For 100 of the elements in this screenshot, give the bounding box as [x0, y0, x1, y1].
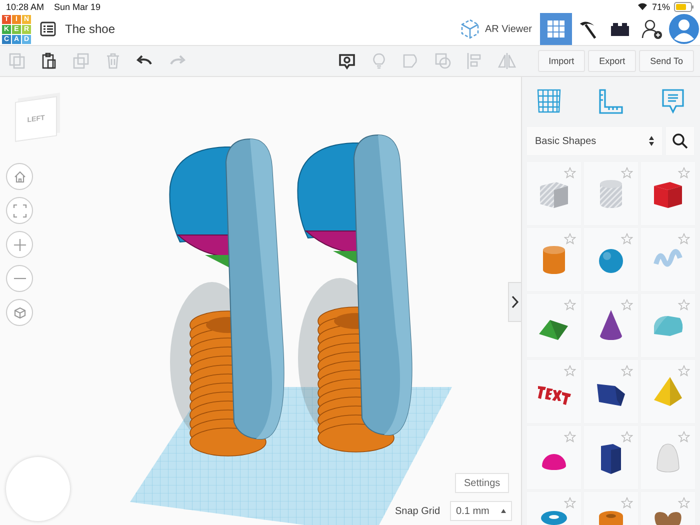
shape-tile[interactable] — [641, 360, 695, 423]
wifi-icon — [636, 2, 648, 11]
shape-tile[interactable] — [584, 228, 638, 291]
caret-icon — [501, 509, 506, 513]
group-icon — [402, 52, 420, 70]
hole-cylinder-shape-icon — [600, 180, 622, 208]
speech-bubble-icon — [338, 52, 356, 70]
navigation-joystick[interactable] — [6, 457, 70, 521]
toolbar-button[interactable]: Send To — [639, 50, 694, 72]
home-view-button[interactable] — [6, 163, 33, 190]
box-shape-icon — [654, 182, 682, 208]
sphere-shape-icon — [599, 248, 623, 272]
fit-view-button[interactable] — [6, 197, 33, 224]
favorite-star-icon[interactable] — [678, 365, 690, 377]
polygon-shape-icon — [597, 384, 625, 406]
shape-tile[interactable] — [641, 294, 695, 357]
home-icon — [12, 170, 26, 184]
favorite-star-icon[interactable] — [621, 365, 633, 377]
ungroup-icon — [434, 52, 452, 70]
bricks-icon — [611, 22, 629, 36]
search-button[interactable] — [666, 127, 694, 155]
shape-library-dropdown[interactable]: Basic Shapes — [527, 127, 662, 155]
prism-shape-icon — [601, 444, 621, 474]
ruler-icon — [597, 87, 625, 115]
up-down-caret-icon — [649, 136, 654, 146]
text-shape-icon — [538, 386, 571, 404]
copy-icon — [8, 52, 26, 70]
ar-viewer-button[interactable]: AR Viewer — [452, 13, 540, 45]
shape-tile[interactable] — [584, 294, 638, 357]
heart-shape-icon — [654, 512, 682, 525]
scribble-shape-icon — [654, 248, 682, 266]
document-title[interactable]: The shoe — [65, 22, 116, 36]
favorite-star-icon[interactable] — [564, 299, 576, 311]
add-user-icon — [641, 18, 663, 40]
plus-icon — [12, 238, 26, 252]
favorite-star-icon[interactable] — [621, 299, 633, 311]
mirror-icon — [498, 52, 516, 70]
toolbar-button[interactable]: Import — [538, 50, 586, 72]
favorite-star-icon[interactable] — [564, 233, 576, 245]
speech-bubble-icon — [659, 87, 687, 115]
favorite-star-icon[interactable] — [678, 299, 690, 311]
favorite-star-icon[interactable] — [564, 497, 576, 509]
tube-shape-icon — [599, 510, 623, 525]
cylinder-shape-icon — [543, 246, 565, 274]
corners-icon — [12, 204, 26, 218]
search-icon — [672, 133, 688, 149]
duplicate-icon — [72, 52, 90, 70]
shape-tile[interactable] — [641, 228, 695, 291]
status-time: 10:28 AM — [6, 2, 44, 12]
shape-tile[interactable] — [584, 360, 638, 423]
torus-shape-icon — [541, 510, 567, 524]
battery-percent: 71% — [652, 2, 670, 12]
shape-tile[interactable] — [527, 294, 581, 357]
favorite-star-icon[interactable] — [564, 167, 576, 179]
shape-tile[interactable] — [584, 426, 638, 489]
favorite-star-icon[interactable] — [621, 497, 633, 509]
shape-tile[interactable] — [641, 162, 695, 225]
cube-icon — [12, 306, 26, 320]
toolbar-button[interactable]: Export — [588, 50, 636, 72]
grid-icon — [547, 20, 565, 38]
trash-icon — [104, 52, 122, 70]
favorite-star-icon[interactable] — [621, 431, 633, 443]
favorite-star-icon[interactable] — [621, 167, 633, 179]
chevron-icon — [511, 295, 519, 309]
favorite-star-icon[interactable] — [678, 233, 690, 245]
pickaxe-icon — [579, 19, 597, 39]
shape-tile[interactable] — [527, 360, 581, 423]
battery-icon — [674, 2, 694, 12]
favorite-star-icon[interactable] — [564, 365, 576, 377]
minus-icon — [12, 277, 26, 280]
half-sphere-shape-icon — [542, 454, 566, 470]
panel-collapse-tab[interactable] — [508, 282, 521, 322]
roof-shape-icon — [539, 320, 568, 340]
shape-tile[interactable] — [641, 426, 695, 489]
shape-tile[interactable] — [584, 162, 638, 225]
zoom-in-button[interactable] — [6, 231, 33, 258]
list-icon[interactable] — [40, 21, 56, 37]
snap-grid-dropdown[interactable]: 0.1 mm — [450, 501, 512, 521]
favorite-star-icon[interactable] — [678, 497, 690, 509]
cube-icon — [460, 19, 480, 39]
favorite-star-icon[interactable] — [621, 233, 633, 245]
settings-button[interactable]: Settings — [455, 473, 510, 493]
pyramid-shape-icon — [654, 376, 682, 406]
zoom-out-button[interactable] — [6, 265, 33, 292]
round-roof-shape-icon — [654, 316, 683, 336]
favorite-star-icon[interactable] — [678, 167, 690, 179]
paraboloid-shape-icon — [656, 443, 680, 472]
perspective-button[interactable] — [6, 299, 33, 326]
cone-shape-icon — [600, 310, 622, 340]
favorite-star-icon[interactable] — [678, 431, 690, 443]
shape-tile[interactable] — [527, 162, 581, 225]
grid-icon — [535, 87, 563, 115]
status-date: Sun Mar 19 — [54, 2, 101, 12]
shape-tile[interactable] — [527, 426, 581, 489]
shape-tile[interactable] — [527, 228, 581, 291]
hole-box-shape-icon — [540, 182, 568, 208]
paste-icon — [40, 52, 58, 70]
snap-grid-label: Snap Grid — [395, 506, 440, 516]
favorite-star-icon[interactable] — [564, 431, 576, 443]
avatar-button[interactable] — [668, 13, 700, 45]
